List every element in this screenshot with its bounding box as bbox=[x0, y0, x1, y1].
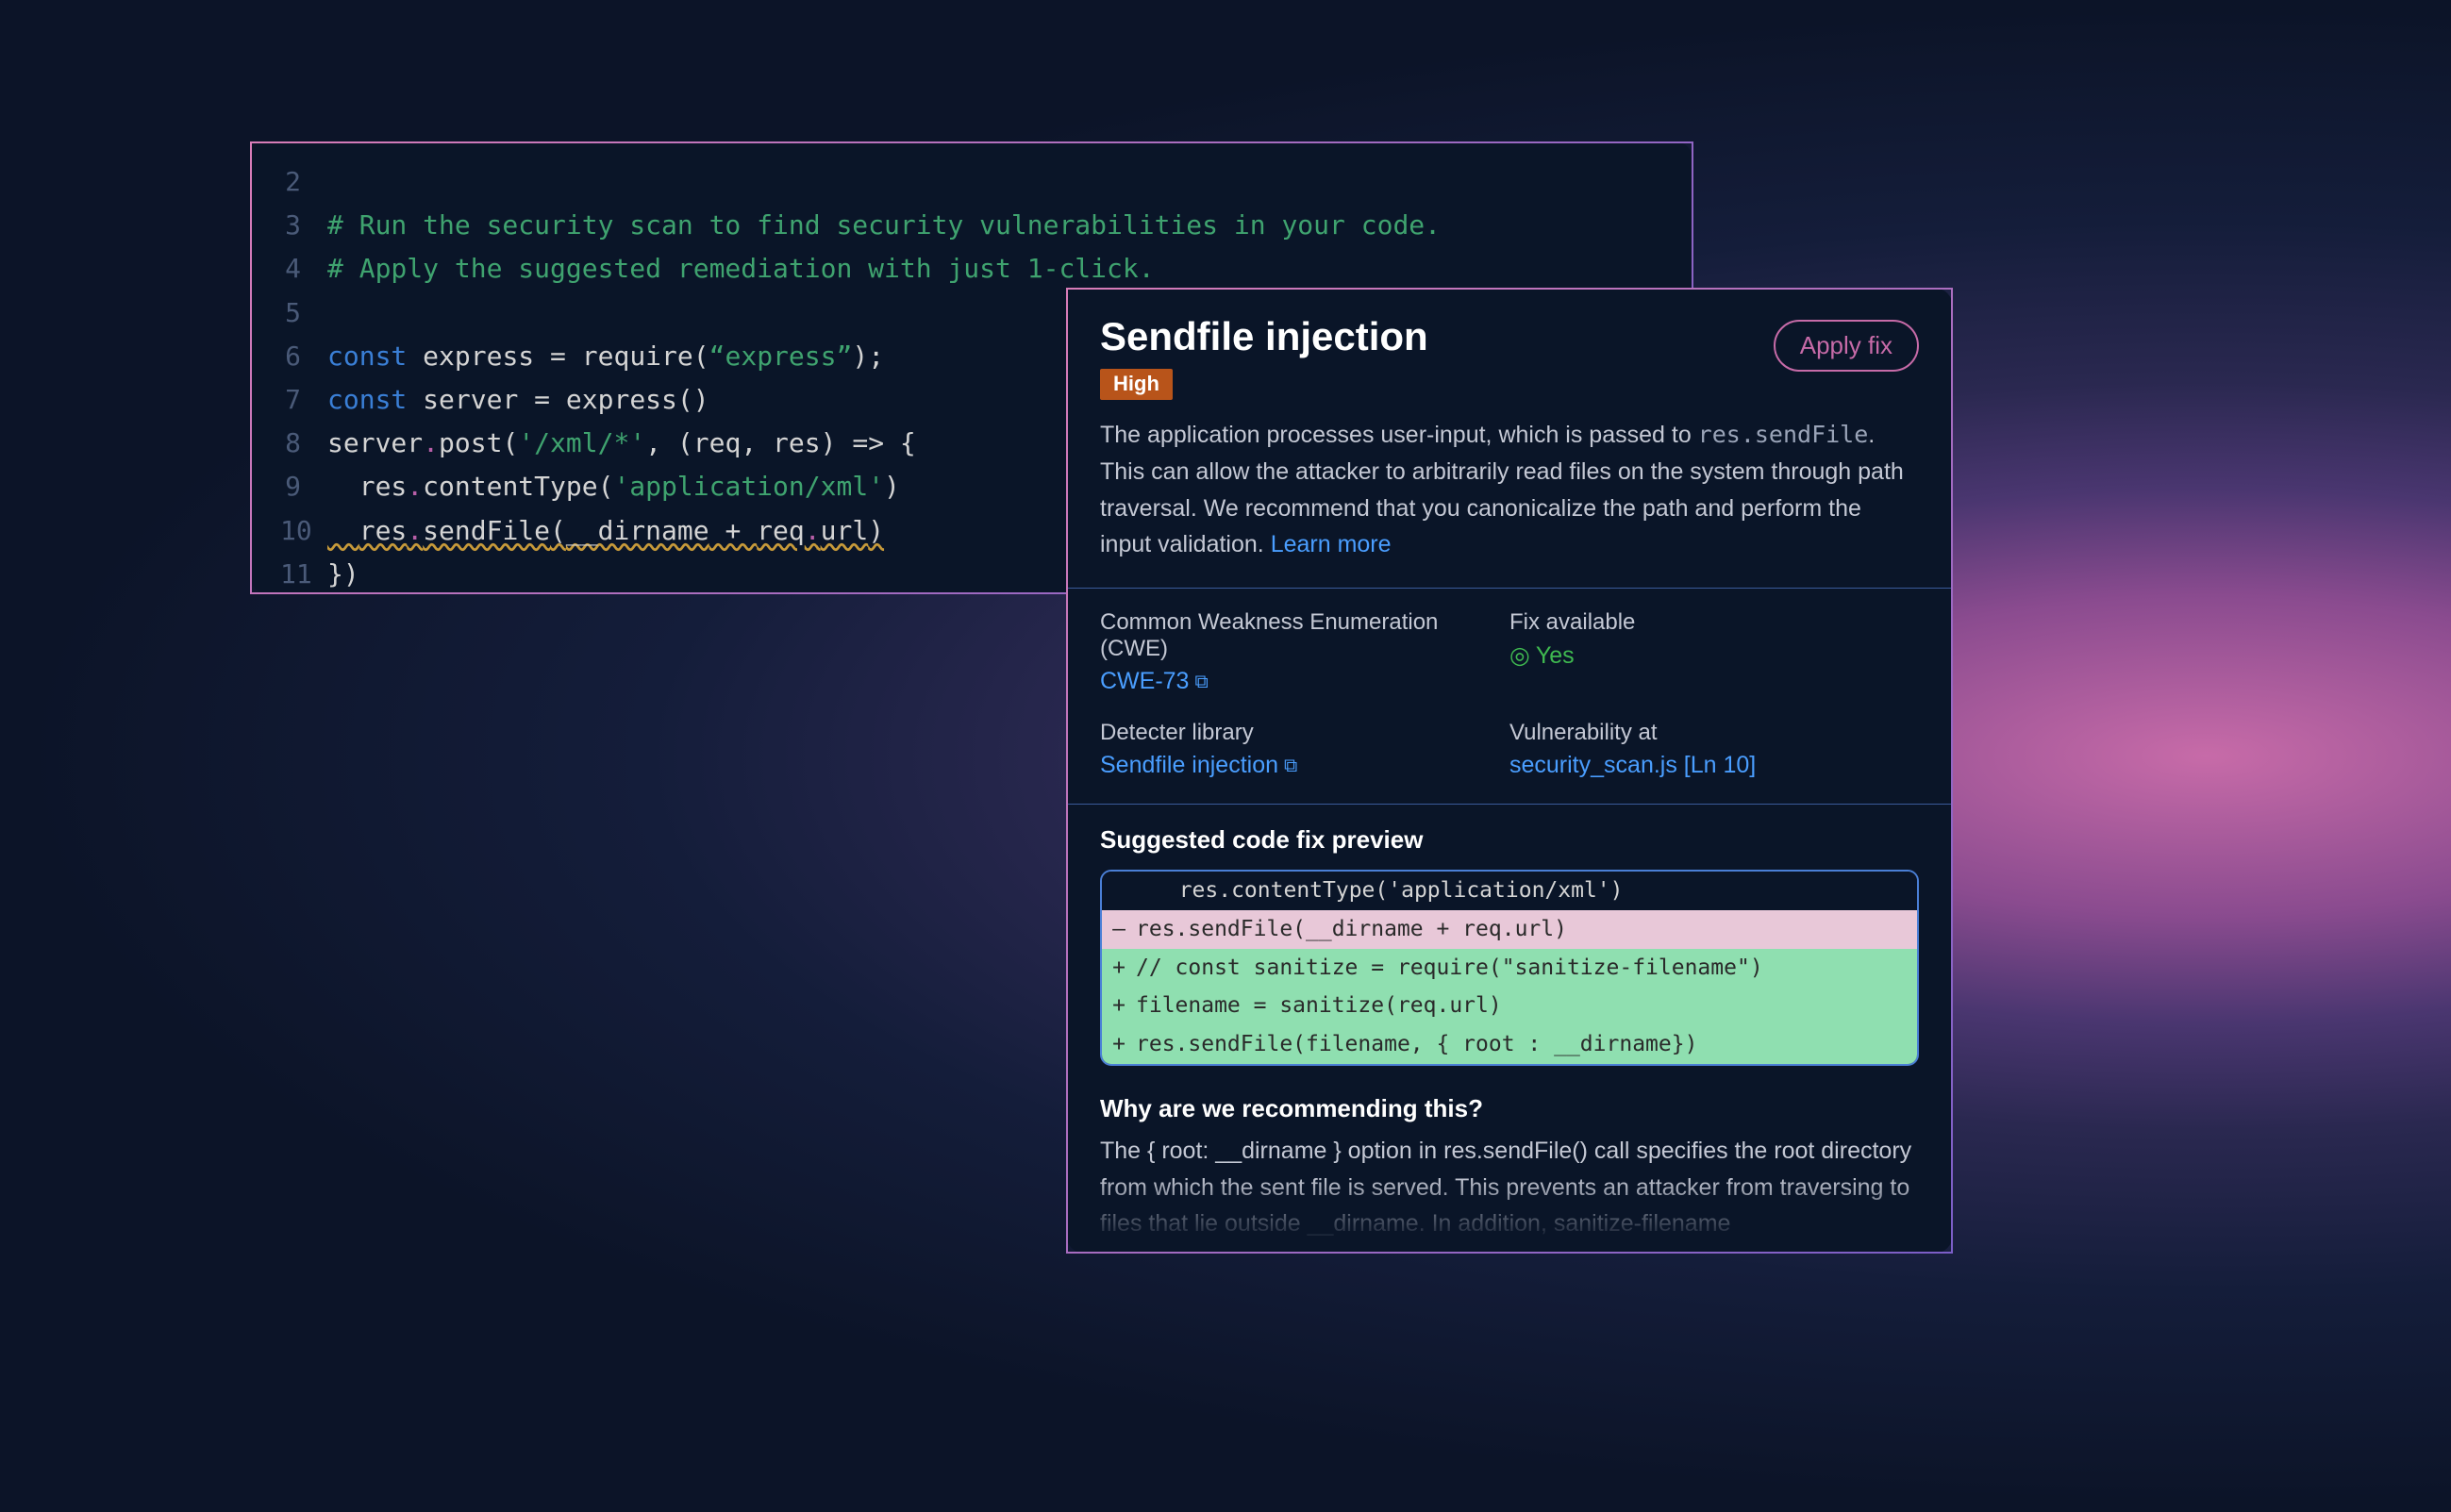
diff-sign: — bbox=[1102, 912, 1136, 947]
diff-text: filename = sanitize(req.url) bbox=[1136, 989, 1502, 1023]
diff-text: // const sanitize = require("sanitize-fi… bbox=[1136, 951, 1763, 986]
diff-sign: + bbox=[1102, 951, 1136, 986]
finding-metadata: Common Weakness Enumeration (CWE) CWE-73… bbox=[1068, 589, 1951, 805]
line-number: 2 bbox=[280, 160, 327, 204]
cwe-value: CWE-73 bbox=[1100, 668, 1189, 694]
line-number: 6 bbox=[280, 335, 327, 378]
suggested-fix-section: Suggested code fix preview res.contentTy… bbox=[1068, 805, 1951, 1094]
severity-badge: High bbox=[1100, 369, 1173, 400]
code-line: 2 bbox=[280, 160, 1663, 204]
cwe-label: Common Weakness Enumeration (CWE) bbox=[1100, 609, 1509, 662]
fix-available-item: Fix available ◎Yes bbox=[1509, 609, 1919, 695]
desc-pre: The application processes user-input, wh… bbox=[1100, 422, 1698, 448]
code-line: 3# Run the security scan to find securit… bbox=[280, 204, 1663, 247]
line-number: 4 bbox=[280, 247, 327, 291]
code-content: const server = express() bbox=[327, 378, 709, 422]
line-number: 3 bbox=[280, 204, 327, 247]
learn-more-link[interactable]: Learn more bbox=[1271, 531, 1392, 557]
detector-value: Sendfile injection bbox=[1100, 752, 1278, 778]
check-circle-icon: ◎ bbox=[1509, 642, 1530, 669]
diff-text: res.sendFile(__dirname + req.url) bbox=[1136, 912, 1567, 947]
line-number: 7 bbox=[280, 378, 327, 422]
code-content: const express = require(“express”); bbox=[327, 335, 884, 378]
desc-code: res.sendFile bbox=[1698, 421, 1869, 448]
code-content: res.contentType('application/xml') bbox=[327, 465, 900, 508]
vuln-location-link[interactable]: security_scan.js [Ln 10] bbox=[1509, 752, 1919, 779]
cwe-link[interactable]: CWE-73⧉ bbox=[1100, 668, 1509, 695]
fix-available-value: ◎Yes bbox=[1509, 641, 1919, 670]
line-number: 9 bbox=[280, 465, 327, 508]
finding-header: Sendfile injection Apply fix High The ap… bbox=[1068, 290, 1951, 589]
code-content: # Apply the suggested remediation with j… bbox=[327, 247, 1155, 291]
detector-label: Detecter library bbox=[1100, 720, 1509, 746]
diff-line-ctx: res.contentType('application/xml') bbox=[1102, 872, 1917, 910]
diff-sign: + bbox=[1102, 1027, 1136, 1062]
diff-text: res.sendFile(filename, { root : __dirnam… bbox=[1136, 1027, 1697, 1062]
code-content: # Run the security scan to find security… bbox=[327, 204, 1441, 247]
why-heading: Why are we recommending this? bbox=[1100, 1094, 1919, 1123]
cwe-item: Common Weakness Enumeration (CWE) CWE-73… bbox=[1100, 609, 1509, 695]
external-link-icon: ⧉ bbox=[1284, 756, 1297, 777]
diff-line-add: +filename = sanitize(req.url) bbox=[1102, 987, 1917, 1025]
diff-sign: + bbox=[1102, 989, 1136, 1023]
code-content: }) bbox=[327, 553, 359, 594]
diff-line-del: —res.sendFile(__dirname + req.url) bbox=[1102, 910, 1917, 949]
why-section: Why are we recommending this? The { root… bbox=[1068, 1094, 1951, 1252]
diff-line-add: +res.sendFile(filename, { root : __dirna… bbox=[1102, 1025, 1917, 1064]
fix-available-label: Fix available bbox=[1509, 609, 1919, 636]
diff-sign bbox=[1102, 873, 1136, 908]
line-number: 5 bbox=[280, 291, 327, 335]
external-link-icon: ⧉ bbox=[1194, 672, 1208, 693]
vuln-label: Vulnerability at bbox=[1509, 720, 1919, 746]
code-content: server.post('/xml/*', (req, res) => { bbox=[327, 422, 916, 465]
diff-line-add: +// const sanitize = require("sanitize-f… bbox=[1102, 949, 1917, 988]
finding-description: The application processes user-input, wh… bbox=[1100, 417, 1919, 563]
line-number: 10 bbox=[280, 509, 327, 553]
detector-link[interactable]: Sendfile injection ⧉ bbox=[1100, 752, 1509, 779]
vulnerability-location-item: Vulnerability at security_scan.js [Ln 10… bbox=[1509, 720, 1919, 779]
diff-preview: res.contentType('application/xml')—res.s… bbox=[1100, 870, 1919, 1066]
apply-fix-button[interactable]: Apply fix bbox=[1774, 320, 1919, 372]
code-content: res.sendFile(__dirname + req.url) bbox=[327, 509, 884, 553]
line-number: 8 bbox=[280, 422, 327, 465]
fix-heading: Suggested code fix preview bbox=[1100, 825, 1919, 855]
diff-text: res.contentType('application/xml') bbox=[1136, 873, 1624, 908]
security-finding-panel: Sendfile injection Apply fix High The ap… bbox=[1066, 288, 1953, 1254]
fix-yes: Yes bbox=[1536, 642, 1575, 669]
code-line: 4# Apply the suggested remediation with … bbox=[280, 247, 1663, 291]
detector-item: Detecter library Sendfile injection ⧉ bbox=[1100, 720, 1509, 779]
line-number: 11 bbox=[280, 553, 327, 594]
why-text: The { root: __dirname } option in res.se… bbox=[1100, 1133, 1919, 1242]
